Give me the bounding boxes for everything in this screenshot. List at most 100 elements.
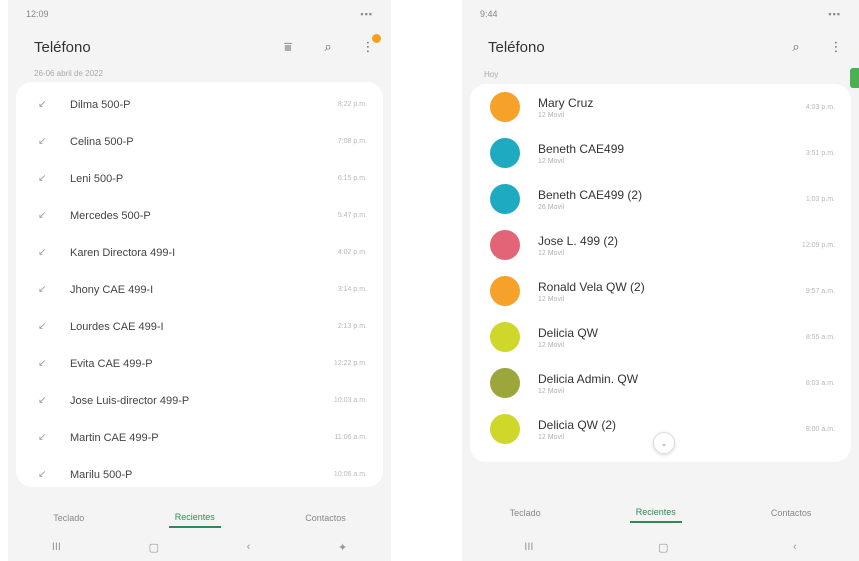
incoming-call-icon: ↙ [38, 358, 47, 369]
app-bar: Teléfono ⌕ ⋮ [462, 28, 859, 66]
incoming-call-icon: ↙ [38, 136, 47, 147]
system-nav-bar: III ▢ ‹ ✦ [8, 533, 391, 561]
contact-row[interactable]: Delicia QW 12 Movil 8:55 a.m. [470, 314, 851, 360]
section-label: Hoy [484, 70, 499, 79]
contact-row[interactable]: Beneth CAE499 12 Movil 3:51 p.m. [470, 130, 851, 176]
call-log-row[interactable]: ↙ Karen Directora 499-I 4:02 p.m. [16, 234, 383, 271]
scroll-down-button[interactable]: ⌄ [653, 432, 675, 454]
contact-detail: 12 Movil [538, 341, 565, 349]
call-time: 5:47 p.m. [337, 212, 367, 219]
call-time: 10:06 a.m. [333, 471, 367, 478]
call-log-row[interactable]: ↙ Leni 500-P 6:15 p.m. [16, 160, 383, 197]
call-log-row[interactable]: ↙ Evita CAE 499-P 12:22 p.m. [16, 345, 383, 382]
call-log-list: ↙ Dilma 500-P 8:22 p.m. ↙ Celina 500-P 7:08 … [16, 82, 383, 487]
tab-contactos[interactable]: Contactos [765, 504, 818, 522]
contact-name: Ronald Vela QW (2) [538, 279, 645, 294]
contact-row[interactable]: Ronald Vela QW (2) 12 Movil 9:57 a.m. [470, 268, 851, 314]
avatar [490, 414, 520, 444]
more-options-icon[interactable]: ⋮ [827, 38, 845, 56]
recent-apps-button[interactable]: III [524, 541, 533, 553]
avatar [490, 184, 520, 214]
incoming-call-icon: ↙ [38, 395, 47, 406]
call-time: 8:22 p.m. [337, 101, 367, 108]
incoming-call-icon: ↙ [38, 210, 47, 221]
call-log-row[interactable]: ↙ Lourdes CAE 499-I 2:13 p.m. [16, 308, 383, 345]
contact-name: Delicia QW [538, 325, 599, 340]
bottom-tab-bar: Teclado Recientes Contactos [462, 497, 859, 529]
incoming-call-icon: ↙ [38, 432, 47, 443]
contact-name: Delicia Admin. QW [538, 371, 639, 386]
status-time: 9:44 [480, 9, 498, 19]
side-panel-handle[interactable] [850, 68, 859, 88]
system-nav-bar: III ▢ ‹ [462, 533, 859, 561]
search-icon[interactable]: ⌕ [319, 38, 337, 56]
call-log-row[interactable]: ↙ Mercedes 500-P 5:47 p.m. [16, 197, 383, 234]
tab-recientes[interactable]: Recientes [629, 503, 682, 523]
contact-row[interactable]: Jose L. 499 (2) 12 Movil 12:09 p.m. [470, 222, 851, 268]
contact-name: Beneth CAE499 (2) [538, 187, 643, 202]
caller-name: Mercedes 500-P [70, 209, 151, 222]
contact-row[interactable]: Beneth CAE499 (2) 26 Movil 1:03 p.m. [470, 176, 851, 222]
back-button[interactable]: ‹ [247, 541, 251, 553]
assistant-button[interactable]: ✦ [338, 541, 347, 554]
avatar [490, 138, 520, 168]
call-time: 9:57 a.m. [805, 287, 835, 295]
incoming-call-icon: ↙ [38, 469, 47, 480]
call-time: 8:00 a.m. [805, 425, 835, 433]
avatar [490, 230, 520, 260]
call-log-row[interactable]: ↙ Marilu 500-P 10:06 a.m. [16, 456, 383, 487]
call-time: 7:08 p.m. [337, 138, 367, 145]
caller-name: Jose Luis-director 499-P [70, 394, 190, 407]
status-icons: ▪▪▪ [828, 9, 841, 19]
section-header: Hoy [462, 66, 859, 88]
incoming-call-icon: ↙ [38, 247, 47, 258]
contact-row[interactable]: Delicia Admin. QW 12 Movil 8:03 a.m. [470, 360, 851, 406]
call-time: 1:03 p.m. [805, 195, 835, 203]
caller-name: Leni 500-P [70, 172, 124, 185]
call-time: 11:06 a.m. [334, 434, 367, 441]
incoming-call-icon: ↙ [38, 99, 47, 110]
recent-contacts-list: Mary Cruz 12 Movil 4:03 p.m. Beneth CAE499… [470, 84, 851, 462]
more-options-icon[interactable]: ⋮ [359, 34, 381, 56]
recent-apps-button[interactable]: III [52, 541, 61, 553]
caller-name: Jhony CAE 499-I [70, 283, 154, 296]
call-time: 6:15 p.m. [337, 175, 367, 182]
contact-row[interactable]: Delicia QW (2) 12 Movil 8:00 a.m. ⌄ [470, 406, 851, 454]
date-header: 26-06 abril de 2022 [34, 69, 103, 78]
call-time: 4:02 p.m. [337, 249, 367, 256]
back-button[interactable]: ‹ [793, 541, 797, 553]
status-bar: 9:44 ▪▪▪ [462, 0, 859, 28]
avatar [490, 322, 520, 352]
call-time: 12:22 p.m. [333, 360, 367, 367]
tab-teclado[interactable]: Teclado [47, 509, 90, 527]
filter-icon[interactable]: ⩸ [279, 38, 297, 56]
call-log-row[interactable]: ↙ Martin CAE 499-P 11:06 a.m. [16, 419, 383, 456]
phone-screen-left: 12:09 ▪▪▪ Teléfono ⩸ ⌕ ⋮ 26-06 abril de … [8, 0, 391, 561]
incoming-call-icon: ↙ [38, 321, 47, 332]
call-time: 10:03 a.m. [333, 397, 367, 404]
tab-teclado[interactable]: Teclado [504, 504, 547, 522]
home-button[interactable]: ▢ [658, 541, 668, 554]
phone-screen-right: 9:44 ▪▪▪ Teléfono ⌕ ⋮ Hoy Mary Cruz 12 Mo… [462, 0, 859, 561]
caller-name: Evita CAE 499-P [70, 357, 153, 370]
tab-contactos[interactable]: Contactos [299, 509, 352, 527]
call-log-row[interactable]: ↙ Dilma 500-P 8:22 p.m. [16, 86, 383, 123]
caller-name: Martin CAE 499-P [70, 431, 159, 444]
status-bar: 12:09 ▪▪▪ [8, 0, 391, 28]
avatar [490, 368, 520, 398]
contact-row[interactable]: Mary Cruz 12 Movil 4:03 p.m. [470, 84, 851, 130]
contact-detail: 12 Movil [538, 249, 565, 257]
home-button[interactable]: ▢ [149, 541, 159, 554]
contact-detail: 12 Movil [538, 157, 565, 165]
call-log-row[interactable]: ↙ Jhony CAE 499-I 3:14 p.m. [16, 271, 383, 308]
notification-dot [372, 34, 381, 43]
tab-recientes[interactable]: Recientes [168, 508, 221, 528]
call-log-row[interactable]: ↙ Celina 500-P 7:08 p.m. [16, 123, 383, 160]
contact-name: Jose L. 499 (2) [538, 233, 619, 248]
contact-name: Beneth CAE499 [538, 141, 625, 156]
incoming-call-icon: ↙ [38, 173, 47, 184]
caller-name: Celina 500-P [70, 135, 134, 148]
call-log-row[interactable]: ↙ Jose Luis-director 499-P 10:03 a.m. [16, 382, 383, 419]
call-time: 8:55 a.m. [805, 333, 835, 341]
search-icon[interactable]: ⌕ [787, 38, 805, 56]
